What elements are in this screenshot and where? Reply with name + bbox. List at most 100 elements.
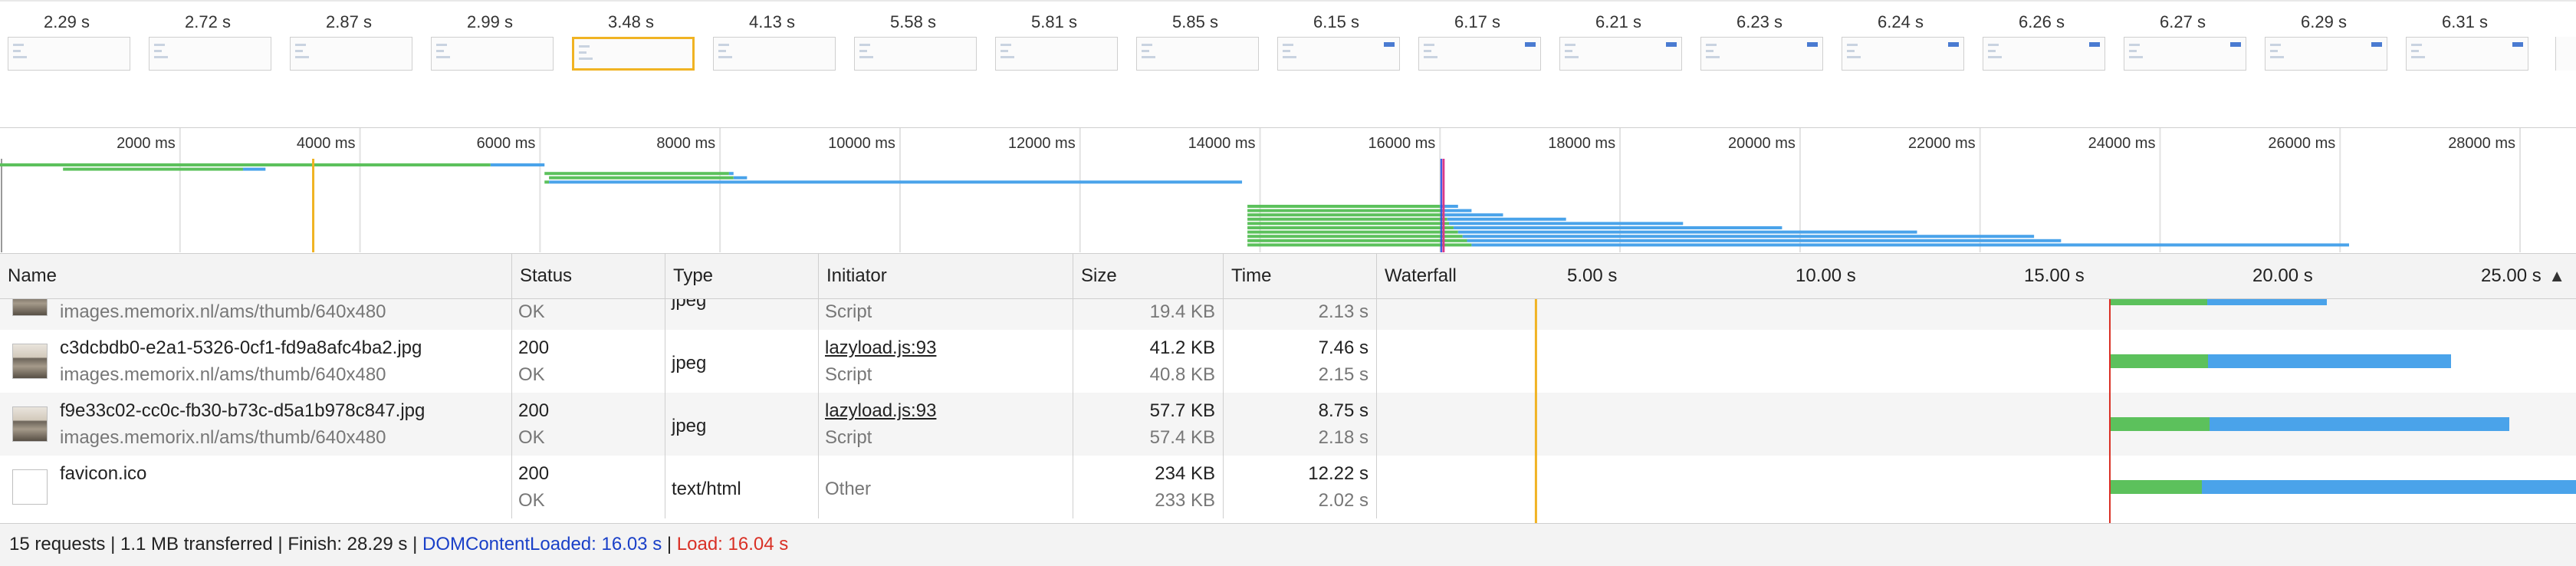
frame-time: 2.29 s bbox=[44, 12, 90, 31]
waterfall-tick-label: 25.00 s bbox=[2481, 265, 2542, 286]
frame-thumbnail[interactable] bbox=[2265, 37, 2387, 71]
filmstrip-frame[interactable]: 6.24 s bbox=[1835, 2, 1966, 78]
table-row[interactable]: images.memorix.nl/ams/thumb/640x480 OK jpe… bbox=[0, 299, 2576, 330]
filmstrip-frame[interactable]: 6.26 s bbox=[1976, 2, 2107, 78]
column-header-time[interactable]: Time bbox=[1224, 254, 1377, 298]
name-cell: favicon.ico bbox=[0, 456, 512, 518]
overview-waiting-bar bbox=[544, 172, 729, 176]
waterfall-tick-label: 10.00 s bbox=[1796, 265, 1856, 286]
frame-thumbnail[interactable] bbox=[854, 37, 977, 71]
sort-ascending-icon[interactable]: ▲ bbox=[2548, 254, 2565, 298]
name-cell: images.memorix.nl/ams/thumb/640x480 bbox=[0, 299, 512, 330]
overview-download-bar bbox=[1441, 209, 1472, 212]
column-header-waterfall[interactable]: Waterfall bbox=[1377, 254, 2576, 298]
filmstrip-frame[interactable]: 6.27 s bbox=[2118, 2, 2248, 78]
thumbnail-placeholder-line bbox=[1424, 44, 1434, 46]
initiator-cell: Script bbox=[819, 299, 1073, 330]
filmstrip-frame[interactable]: 2.29 s bbox=[2, 2, 132, 78]
waterfall-download-bar[interactable] bbox=[2208, 354, 2451, 368]
initiator-cell: lazyload.js:93 Script bbox=[819, 330, 1073, 393]
frame-thumbnail[interactable] bbox=[1983, 37, 2105, 71]
thumbnail-placeholder-line bbox=[579, 45, 590, 48]
filmstrip-frame[interactable]: 6.15 s bbox=[1271, 2, 1401, 78]
waterfall-download-bar[interactable] bbox=[2202, 480, 2576, 494]
overview-download-bar bbox=[490, 163, 545, 166]
status-cell: OK bbox=[512, 299, 665, 330]
frame-thumbnail[interactable] bbox=[713, 37, 836, 71]
resource-domain: images.memorix.nl/ams/thumb/640x480 bbox=[60, 301, 386, 322]
thumbnail-placeholder-line bbox=[1283, 50, 1290, 52]
filmstrip-frame[interactable]: 3.48 s bbox=[566, 2, 696, 78]
frame-thumbnail[interactable] bbox=[572, 37, 695, 71]
waterfall-tick-label: 5.00 s bbox=[1567, 265, 1618, 286]
overview-tick-label: 28000 ms bbox=[2448, 135, 2515, 152]
filmstrip-frame[interactable]: 2.87 s bbox=[284, 2, 414, 78]
frame-thumbnail[interactable] bbox=[431, 37, 554, 71]
resource-type: text/html bbox=[672, 479, 741, 499]
table-row[interactable]: c3dcbdb0-e2a1-5326-0cf1-fd9a8afc4ba2.jpg… bbox=[0, 330, 2576, 393]
filmstrip-frame[interactable]: 6.23 s bbox=[1694, 2, 1825, 78]
filmstrip-frame[interactable]: 2.99 s bbox=[425, 2, 555, 78]
column-header-name[interactable]: Name bbox=[0, 254, 512, 298]
overview-tick-label: 4000 ms bbox=[297, 135, 356, 152]
initiator-type: Script bbox=[825, 364, 872, 385]
frame-thumbnail[interactable] bbox=[995, 37, 1118, 71]
column-header-size[interactable]: Size bbox=[1073, 254, 1224, 298]
thumbnail-header-mark bbox=[1666, 42, 1677, 47]
thumbnail-header-mark bbox=[2371, 42, 2382, 47]
column-header-initiator[interactable]: Initiator bbox=[819, 254, 1073, 298]
thumbnail-placeholder-line bbox=[1424, 56, 1438, 58]
frame-thumbnail[interactable] bbox=[149, 37, 271, 71]
frame-thumbnail[interactable] bbox=[1277, 37, 1400, 71]
frame-thumbnail[interactable] bbox=[1418, 37, 1541, 71]
frame-thumbnail[interactable] bbox=[1842, 37, 1964, 71]
overview-waiting-bar bbox=[544, 180, 550, 184]
waterfall-waiting-bar[interactable] bbox=[2109, 417, 2210, 431]
frame-thumbnail[interactable] bbox=[8, 37, 130, 71]
waterfall-waiting-bar[interactable] bbox=[2109, 299, 2207, 305]
overview-tick-label: 24000 ms bbox=[2088, 135, 2156, 152]
filmstrip-frame[interactable]: 6.29 s bbox=[2259, 2, 2389, 78]
overview-waiting-bar bbox=[1247, 235, 1463, 239]
column-header-type[interactable]: Type bbox=[665, 254, 819, 298]
filmstrip-frame[interactable]: 5.58 s bbox=[848, 2, 978, 78]
thumbnail-placeholder-line bbox=[2411, 56, 2425, 58]
initiator-link[interactable]: lazyload.js:93 bbox=[825, 337, 936, 359]
filmstrip-frame[interactable]: 6.31 s bbox=[2400, 2, 2530, 78]
filmstrip-frame[interactable]: 5.81 s bbox=[989, 2, 1119, 78]
thumbnail-placeholder-line bbox=[1706, 50, 1714, 52]
frame-time: 6.21 s bbox=[1595, 12, 1641, 31]
table-row[interactable]: f9e33c02-cc0c-fb30-b73c-d5a1b978c847.jpg… bbox=[0, 393, 2576, 456]
size-cell: 57.7 KB 57.4 KB bbox=[1073, 393, 1224, 456]
frame-thumbnail[interactable] bbox=[290, 37, 412, 71]
filmstrip-frame[interactable]: 4.13 s bbox=[707, 2, 837, 78]
waterfall-waiting-bar[interactable] bbox=[2109, 480, 2203, 494]
filmstrip-frame[interactable]: 2.72 s bbox=[143, 2, 273, 78]
filmstrip-overflow-frame[interactable] bbox=[2555, 37, 2576, 71]
waterfall-download-bar[interactable] bbox=[2206, 299, 2328, 305]
frame-time: 6.27 s bbox=[2160, 12, 2206, 31]
waterfall-tick-label: 15.00 s bbox=[2024, 265, 2085, 286]
frame-thumbnail[interactable] bbox=[1700, 37, 1823, 71]
frame-thumbnail[interactable] bbox=[2124, 37, 2246, 71]
filmstrip-frame[interactable]: 5.85 s bbox=[1130, 2, 1260, 78]
thumbnail-placeholder-line bbox=[859, 56, 873, 58]
column-header-status[interactable]: Status bbox=[512, 254, 665, 298]
request-count: 15 requests bbox=[9, 534, 106, 554]
overview-timeline[interactable]: 2000 ms 4000 ms 6000 ms 8000 ms 10000 ms 1200… bbox=[0, 127, 2576, 252]
resource-name[interactable]: c3dcbdb0-e2a1-5326-0cf1-fd9a8afc4ba2.jpg bbox=[60, 337, 422, 359]
resource-size: 19.4 KB bbox=[1149, 301, 1215, 322]
filmstrip-frame[interactable]: 6.21 s bbox=[1553, 2, 1684, 78]
filmstrip-frame[interactable]: 6.17 s bbox=[1412, 2, 1543, 78]
latency: 2.02 s bbox=[1318, 490, 1368, 511]
resource-name[interactable]: f9e33c02-cc0c-fb30-b73c-d5a1b978c847.jpg bbox=[60, 400, 425, 422]
initiator-link[interactable]: lazyload.js:93 bbox=[825, 400, 936, 422]
table-row[interactable]: favicon.ico 200 OK text/html Other 234 KB 233 … bbox=[0, 456, 2576, 518]
waterfall-download-bar[interactable] bbox=[2209, 417, 2510, 431]
frame-thumbnail[interactable] bbox=[2406, 37, 2528, 71]
waterfall-waiting-bar[interactable] bbox=[2109, 354, 2209, 368]
resource-name[interactable]: favicon.ico bbox=[60, 463, 146, 485]
thumbnail-placeholder-line bbox=[1565, 50, 1572, 52]
frame-thumbnail[interactable] bbox=[1559, 37, 1682, 71]
frame-thumbnail[interactable] bbox=[1136, 37, 1259, 71]
